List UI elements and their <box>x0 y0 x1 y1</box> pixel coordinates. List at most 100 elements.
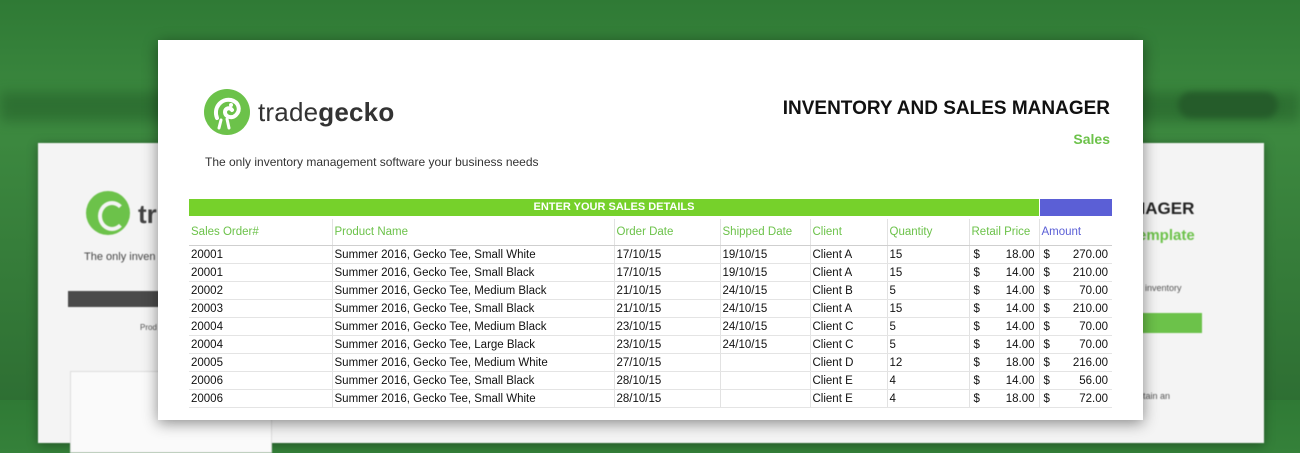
amount-cell[interactable]: $72.00 <box>1038 389 1112 408</box>
client-cell[interactable]: Client B <box>809 281 887 300</box>
client-cell[interactable]: Client C <box>809 335 887 354</box>
product-name-cell[interactable]: Summer 2016, Gecko Tee, Small White <box>331 389 614 408</box>
column-header-client[interactable]: Client <box>809 219 887 246</box>
back-small-text: Prod <box>140 323 157 332</box>
sales-order-cell[interactable]: 20006 <box>189 371 332 390</box>
product-name-cell[interactable]: Summer 2016, Gecko Tee, Large Black <box>331 335 614 354</box>
client-cell[interactable]: Client E <box>809 371 887 390</box>
shipped-date-cell[interactable] <box>719 353 810 372</box>
column-header-retail-price[interactable]: Retail Price <box>968 219 1039 246</box>
shipped-date-cell[interactable]: 24/10/15 <box>719 317 810 336</box>
order-date-cell[interactable]: 23/10/15 <box>613 335 720 354</box>
currency-symbol: $ <box>1043 284 1050 297</box>
table-row: 20001 Summer 2016, Gecko Tee, Small White… <box>189 245 1112 264</box>
shipped-date-cell[interactable] <box>719 389 810 408</box>
client-cell[interactable]: Client A <box>809 299 887 318</box>
product-name-cell[interactable]: Summer 2016, Gecko Tee, Small Black <box>331 299 614 318</box>
quantity-cell[interactable]: 4 <box>886 389 969 408</box>
product-name-cell[interactable]: Summer 2016, Gecko Tee, Medium Black <box>331 317 614 336</box>
amount-value: 72.00 <box>1079 392 1108 405</box>
product-name-cell[interactable]: Summer 2016, Gecko Tee, Small Black <box>331 263 614 282</box>
amount-cell[interactable]: $210.00 <box>1038 263 1112 282</box>
order-date-cell[interactable]: 21/10/15 <box>613 281 720 300</box>
order-date-cell[interactable]: 17/10/15 <box>613 263 720 282</box>
retail-price-cell[interactable]: $18.00 <box>968 353 1039 372</box>
retail-price-value: 14.00 <box>1005 320 1035 333</box>
currency-symbol: $ <box>1043 338 1050 351</box>
retail-price-cell[interactable]: $14.00 <box>968 317 1039 336</box>
order-date-cell[interactable]: 21/10/15 <box>613 299 720 318</box>
currency-symbol: $ <box>973 374 980 387</box>
product-name-cell[interactable]: Summer 2016, Gecko Tee, Medium Black <box>331 281 614 300</box>
currency-symbol: $ <box>1043 356 1050 369</box>
quantity-cell[interactable]: 15 <box>886 299 969 318</box>
shipped-date-cell[interactable]: 19/10/15 <box>719 263 810 282</box>
currency-symbol: $ <box>973 320 980 333</box>
shipped-date-cell[interactable] <box>719 371 810 390</box>
client-cell[interactable]: Client D <box>809 353 887 372</box>
column-header-order-date[interactable]: Order Date <box>613 219 720 246</box>
quantity-cell[interactable]: 4 <box>886 371 969 390</box>
shipped-date-cell[interactable]: 24/10/15 <box>719 335 810 354</box>
order-date-cell[interactable]: 23/10/15 <box>613 317 720 336</box>
shipped-date-cell[interactable]: 19/10/15 <box>719 245 810 264</box>
retail-price-cell[interactable]: $14.00 <box>968 335 1039 354</box>
product-name-cell[interactable]: Summer 2016, Gecko Tee, Medium White <box>331 353 614 372</box>
amount-cell[interactable]: $210.00 <box>1038 299 1112 318</box>
client-cell[interactable]: Client A <box>809 245 887 264</box>
retail-price-cell[interactable]: $14.00 <box>968 299 1039 318</box>
client-cell[interactable]: Client A <box>809 263 887 282</box>
quantity-cell[interactable]: 15 <box>886 263 969 282</box>
amount-cell[interactable]: $270.00 <box>1038 245 1112 264</box>
order-date-cell[interactable]: 28/10/15 <box>613 389 720 408</box>
client-cell[interactable]: Client E <box>809 389 887 408</box>
column-header-quantity[interactable]: Quantity <box>886 219 969 246</box>
amount-value: 70.00 <box>1079 320 1108 333</box>
sales-order-cell[interactable]: 20004 <box>189 317 332 336</box>
sales-order-cell[interactable]: 20002 <box>189 281 332 300</box>
retail-price-value: 18.00 <box>1005 356 1035 369</box>
table-row: 20003 Summer 2016, Gecko Tee, Small Black… <box>189 299 1112 318</box>
column-header-sales-order[interactable]: Sales Order# <box>189 219 332 246</box>
sales-order-cell[interactable]: 20003 <box>189 299 332 318</box>
column-header-product-name[interactable]: Product Name <box>331 219 614 246</box>
sales-order-cell[interactable]: 20006 <box>189 389 332 408</box>
retail-price-value: 18.00 <box>1005 248 1035 261</box>
shipped-date-cell[interactable]: 24/10/15 <box>719 281 810 300</box>
retail-price-cell[interactable]: $14.00 <box>968 263 1039 282</box>
retail-price-cell[interactable]: $18.00 <box>968 389 1039 408</box>
amount-cell[interactable]: $70.00 <box>1038 317 1112 336</box>
amount-cell[interactable]: $56.00 <box>1038 371 1112 390</box>
back-subtitle: emplate <box>1138 227 1195 244</box>
amount-cell[interactable]: $216.00 <box>1038 353 1112 372</box>
amount-cell[interactable]: $70.00 <box>1038 335 1112 354</box>
gecko-logo-icon <box>86 191 130 235</box>
sales-order-cell[interactable]: 20001 <box>189 245 332 264</box>
table-row: 20004 Summer 2016, Gecko Tee, Large Black… <box>189 335 1112 354</box>
product-name-cell[interactable]: Summer 2016, Gecko Tee, Small White <box>331 245 614 264</box>
amount-value: 270.00 <box>1072 248 1108 261</box>
quantity-cell[interactable]: 5 <box>886 317 969 336</box>
client-cell[interactable]: Client C <box>809 317 887 336</box>
order-date-cell[interactable]: 28/10/15 <box>613 371 720 390</box>
quantity-cell[interactable]: 15 <box>886 245 969 264</box>
shipped-date-cell[interactable]: 24/10/15 <box>719 299 810 318</box>
sales-order-cell[interactable]: 20005 <box>189 353 332 372</box>
sales-order-cell[interactable]: 20004 <box>189 335 332 354</box>
retail-price-cell[interactable]: $14.00 <box>968 281 1039 300</box>
order-date-cell[interactable]: 27/10/15 <box>613 353 720 372</box>
document-title: INVENTORY AND SALES MANAGER <box>782 98 1110 119</box>
back-green-bar <box>1138 313 1202 333</box>
quantity-cell[interactable]: 5 <box>886 335 969 354</box>
amount-cell[interactable]: $70.00 <box>1038 281 1112 300</box>
order-date-cell[interactable]: 17/10/15 <box>613 245 720 264</box>
product-name-cell[interactable]: Summer 2016, Gecko Tee, Small Black <box>331 371 614 390</box>
column-header-shipped-date[interactable]: Shipped Date <box>719 219 810 246</box>
sales-order-cell[interactable]: 20001 <box>189 263 332 282</box>
retail-price-value: 14.00 <box>1005 284 1035 297</box>
retail-price-cell[interactable]: $18.00 <box>968 245 1039 264</box>
quantity-cell[interactable]: 5 <box>886 281 969 300</box>
column-header-amount[interactable]: Amount <box>1038 219 1112 246</box>
quantity-cell[interactable]: 12 <box>886 353 969 372</box>
retail-price-cell[interactable]: $14.00 <box>968 371 1039 390</box>
